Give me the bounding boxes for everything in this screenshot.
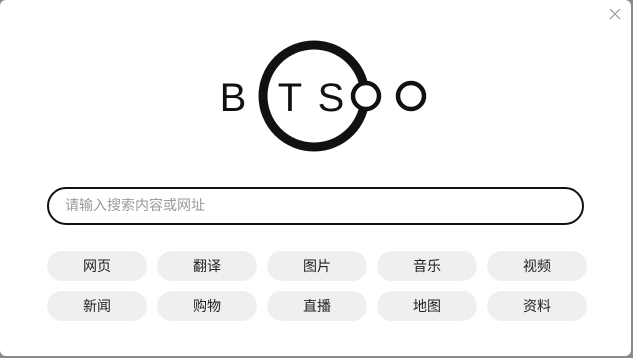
category-music-button[interactable]: 音乐 xyxy=(377,251,477,281)
logo-letter-o xyxy=(395,80,427,112)
logo-letter-s: S xyxy=(318,76,345,120)
category-images-button[interactable]: 图片 xyxy=(267,251,367,281)
category-video-button[interactable]: 视频 xyxy=(487,251,587,281)
logo-letter-t: T xyxy=(278,76,302,120)
category-web-button[interactable]: 网页 xyxy=(47,251,147,281)
category-docs-button[interactable]: 资料 xyxy=(487,291,587,321)
logo-letter-b: B xyxy=(220,76,247,120)
btsoo-logo: B T S xyxy=(220,40,427,152)
search-input[interactable] xyxy=(63,197,568,215)
logo-small-o xyxy=(350,80,382,112)
category-map-button[interactable]: 地图 xyxy=(377,291,477,321)
search-dialog: B T S 网页 翻译 图片 音乐 视频 新闻 购物 直播 地图 资料 xyxy=(0,0,631,356)
category-grid: 网页 翻译 图片 音乐 视频 新闻 购物 直播 地图 资料 xyxy=(47,251,587,321)
category-live-button[interactable]: 直播 xyxy=(267,291,367,321)
category-news-button[interactable]: 新闻 xyxy=(47,291,147,321)
search-field[interactable] xyxy=(47,187,584,225)
category-shopping-button[interactable]: 购物 xyxy=(157,291,257,321)
category-translate-button[interactable]: 翻译 xyxy=(157,251,257,281)
